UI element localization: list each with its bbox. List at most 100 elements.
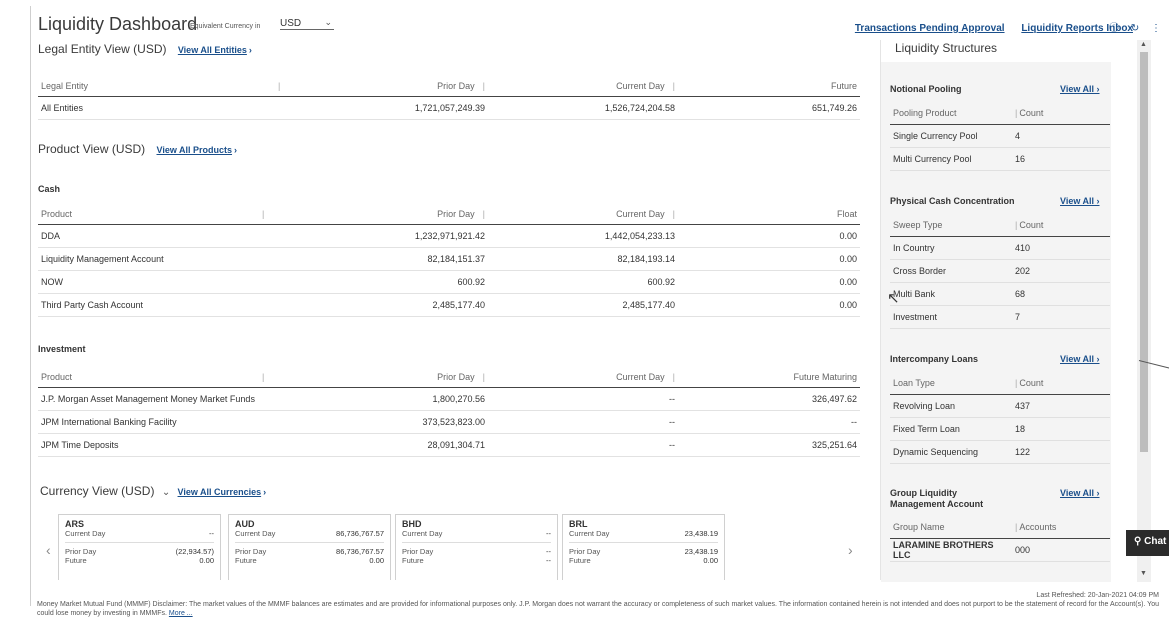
investment-table: Product | Prior Day | Current Day | Future … — [38, 367, 860, 457]
investment-subtitle: Investment — [38, 344, 86, 354]
chevron-right-icon[interactable]: › — [263, 487, 266, 497]
current-label: Current Day — [402, 529, 443, 538]
col-header: Current Day | — [488, 76, 678, 97]
future-value: 0.00 — [369, 556, 384, 565]
view-all-products-link[interactable]: View All Products — [157, 145, 233, 155]
cell: Cross Border — [890, 259, 1012, 283]
table-row[interactable]: In Country 410 — [890, 236, 1110, 260]
cell: 0.00 — [678, 270, 860, 294]
cell: JPM International Banking Facility — [38, 410, 308, 434]
prior-value: -- — [546, 547, 551, 556]
prior-value: 86,736,767.57 — [336, 547, 384, 556]
cell: 651,749.26 — [678, 96, 860, 120]
cell: 18 — [1012, 417, 1110, 441]
more-options-icon[interactable]: ⋮ — [1151, 23, 1161, 34]
view-all-label: View All — [1060, 488, 1095, 498]
product-view-title: Product View (USD) View All Products › — [38, 142, 237, 156]
table-row[interactable]: Fixed Term Loan 18 — [890, 417, 1110, 441]
side-scrollbar[interactable]: ▲ ▼ — [1137, 40, 1151, 582]
help-icon[interactable]: ⓘ — [1109, 23, 1119, 34]
table-header-row: Loan Type | Count — [890, 372, 1110, 395]
view-all-entities-link[interactable]: View All Entities — [178, 45, 247, 55]
col-label: Prior Day — [437, 371, 475, 382]
chevron-right-icon[interactable]: › — [249, 45, 252, 55]
view-all-link[interactable]: View All › — [1060, 84, 1100, 94]
chat-button[interactable]: ⚲ Chat — [1126, 530, 1169, 556]
cell: Single Currency Pool — [890, 124, 1012, 148]
future-value: -- — [546, 556, 551, 565]
table-row[interactable]: NOW 600.92 600.92 0.00 — [38, 270, 860, 294]
col-header: | Count — [1012, 102, 1110, 125]
table-header-row: Legal Entity | Prior Day | Current Day | Fu… — [38, 76, 860, 97]
table-row[interactable]: Multi Bank 68 — [890, 282, 1110, 306]
chevron-right-icon[interactable]: › — [234, 145, 237, 155]
cell: -- — [678, 410, 860, 434]
table-row[interactable]: Single Currency Pool 4 — [890, 124, 1110, 148]
view-all-link[interactable]: View All › — [1060, 354, 1100, 364]
col-header: Prior Day | — [308, 204, 488, 225]
cell: 16 — [1012, 147, 1110, 171]
col-label: Legal Entity — [41, 80, 89, 91]
table-row[interactable]: Liquidity Management Account 82,184,151.3… — [38, 247, 860, 271]
cell: 82,184,151.37 — [308, 247, 488, 271]
table-row[interactable]: Cross Border 202 — [890, 259, 1110, 283]
cell: Investment — [890, 305, 1012, 329]
intercompany-loans-block: Intercompany Loans View All › Loan Type |… — [890, 348, 1110, 464]
view-all-label: View All — [1060, 84, 1095, 94]
prior-label: Prior Day — [65, 547, 97, 556]
currency-card-bhd[interactable]: BHD Current Day -- Prior Day -- Future -- — [395, 514, 558, 580]
carousel-prev-icon[interactable]: ‹ — [46, 542, 51, 558]
table-row[interactable]: Multi Currency Pool 16 — [890, 147, 1110, 171]
table-row[interactable]: DDA 1,232,971,921.42 1,442,054,233.13 0.00 — [38, 224, 860, 248]
section-name: Group Liquidity Management Account — [890, 488, 984, 509]
cell: NOW — [38, 270, 308, 294]
cell: 202 — [1012, 259, 1110, 283]
currency-view-heading: Currency View (USD) — [40, 484, 155, 498]
table-row[interactable]: Revolving Loan 437 — [890, 394, 1110, 418]
scroll-up-icon[interactable]: ▲ — [1140, 41, 1147, 48]
view-all-link[interactable]: View All › — [1060, 196, 1100, 206]
notional-pooling-table: Pooling Product | Count Single Currency Po… — [890, 102, 1110, 171]
currency-card-aud[interactable]: AUD Current Day 86,736,767.57 Prior Day 86… — [228, 514, 391, 580]
scroll-down-icon[interactable]: ▼ — [1140, 570, 1147, 577]
cell: 000 — [1012, 538, 1110, 562]
table-row[interactable]: J.P. Morgan Asset Management Money Marke… — [38, 387, 860, 411]
table-row[interactable]: JPM Time Deposits 28,091,304.71 -- 325,251.… — [38, 433, 860, 457]
table-row[interactable]: Third Party Cash Account 2,485,177.40 2,48… — [38, 293, 860, 317]
scroll-thumb[interactable] — [1140, 52, 1148, 452]
col-label: Count — [1019, 107, 1044, 118]
carousel-next-icon[interactable]: › — [848, 542, 853, 558]
table-row[interactable]: Investment 7 — [890, 305, 1110, 329]
more-link[interactable]: More ... — [169, 610, 193, 617]
currency-card-ars[interactable]: ARS Current Day -- Prior Day (22,934.57) F… — [58, 514, 221, 580]
col-label: Accounts — [1019, 521, 1057, 532]
table-row[interactable]: All Entities 1,721,057,249.39 1,526,724,… — [38, 96, 860, 120]
current-value: 23,438.19 — [684, 529, 718, 538]
view-all-currencies-link[interactable]: View All Currencies — [178, 487, 262, 497]
chat-label: Chat — [1144, 536, 1167, 547]
physical-cash-table: Sweep Type | Count In Country 410 Cross Bor… — [890, 214, 1110, 329]
transactions-pending-link[interactable]: Transactions Pending Approval — [855, 23, 1005, 34]
col-header: Prior Day | — [308, 367, 488, 388]
table-row[interactable]: Dynamic Sequencing 122 — [890, 440, 1110, 464]
chevron-down-icon[interactable]: ⌄ — [162, 487, 170, 498]
view-all-link[interactable]: View All › — [1060, 488, 1100, 498]
col-label: Current Day — [616, 208, 665, 219]
table-row[interactable]: LARAMINE BROTHERS LLC 000 — [890, 538, 1110, 562]
refresh-icon[interactable]: ↻ — [1131, 23, 1139, 34]
current-label: Current Day — [235, 529, 276, 538]
current-value: -- — [209, 529, 214, 538]
cell: 2,485,177.40 — [308, 293, 488, 317]
col-header: Sweep Type — [890, 214, 1012, 237]
group-liquidity-block: Group Liquidity Management Account View … — [890, 482, 1110, 562]
cell: 1,721,057,249.39 — [308, 96, 488, 120]
cell: 122 — [1012, 440, 1110, 464]
cell: -- — [488, 433, 678, 457]
currency-select[interactable]: USD ⌄ — [280, 17, 334, 30]
col-header: Group Name — [890, 516, 1012, 539]
cell: 0.00 — [678, 293, 860, 317]
cell: 0.00 — [678, 247, 860, 271]
future-label: Future — [569, 556, 591, 565]
currency-card-brl[interactable]: BRL Current Day 23,438.19 Prior Day 23,438… — [562, 514, 725, 580]
table-row[interactable]: JPM International Banking Facility 373,52… — [38, 410, 860, 434]
